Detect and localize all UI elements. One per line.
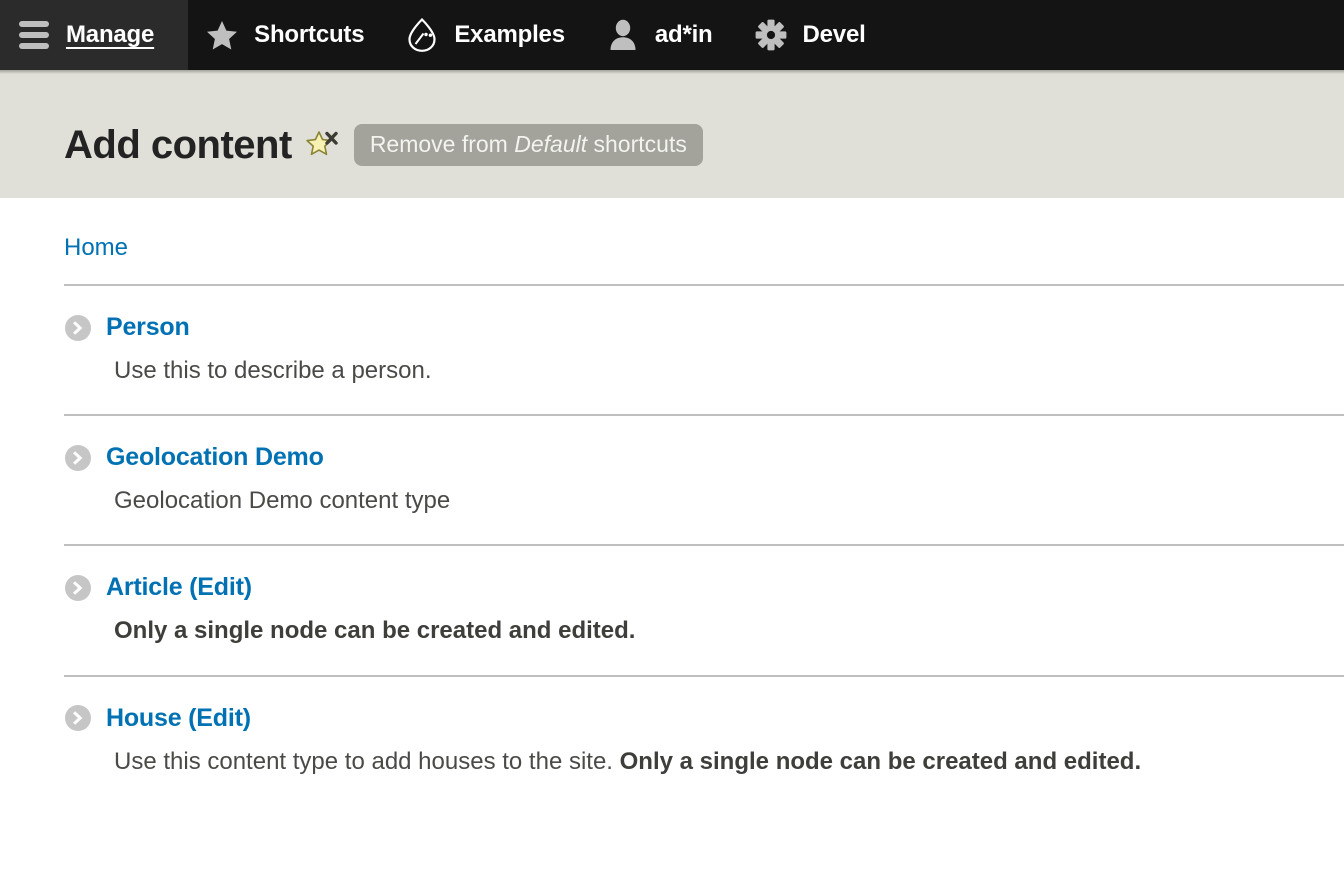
toolbar-item-account[interactable]: ad*in [589, 0, 737, 70]
admin-toolbar: Manage Shortcuts Examples ad*in [0, 0, 1344, 70]
page-title: Add content [64, 125, 292, 165]
toolbar-item-manage-label: Manage [66, 23, 154, 47]
chevron-right-circle-icon [64, 704, 92, 732]
list-item: Person Use this to describe a person. [64, 286, 1344, 416]
page-header-row: Add content Remove from Default shortcut… [64, 98, 703, 192]
list-item: Article (Edit) Only a single node can be… [64, 546, 1344, 676]
toolbar-item-account-label: ad*in [655, 23, 713, 47]
page-header-band: Add content Remove from Default shortcut… [0, 70, 1344, 198]
toolbar-item-shortcuts[interactable]: Shortcuts [188, 0, 388, 70]
toolbar-item-shortcuts-label: Shortcuts [254, 23, 364, 47]
toolbar-item-devel-label: Devel [803, 23, 866, 47]
content-type-title-row: Geolocation Demo [64, 443, 1344, 472]
description-normal: Use this to describe a person. [114, 357, 432, 384]
content-type-link-house-edit[interactable]: House (Edit) [106, 704, 251, 733]
content-type-link-article-edit[interactable]: Article (Edit) [106, 573, 252, 602]
gear-icon [755, 19, 787, 51]
main-content: Home Person Use this to describe a perso… [0, 198, 1344, 805]
content-type-list: Person Use this to describe a person. Ge… [64, 286, 1344, 805]
content-type-description: Geolocation Demo content type [114, 485, 1344, 516]
star-icon [206, 19, 238, 51]
content-type-title-row: House (Edit) [64, 704, 1344, 733]
chevron-right-circle-icon [64, 574, 92, 602]
list-item: Geolocation Demo Geolocation Demo conten… [64, 416, 1344, 546]
content-type-title-row: Article (Edit) [64, 573, 1344, 602]
breadcrumb-item-home[interactable]: Home [64, 234, 128, 261]
content-type-description: Only a single node can be created and ed… [114, 615, 1344, 646]
description-bold: Only a single node can be created and ed… [114, 617, 635, 644]
content-type-description: Use this content type to add houses to t… [114, 746, 1344, 777]
content-type-link-geolocation-demo[interactable]: Geolocation Demo [106, 443, 324, 472]
breadcrumb: Home [64, 198, 1344, 284]
content-type-link-person[interactable]: Person [106, 313, 190, 342]
toolbar-item-devel[interactable]: Devel [737, 0, 890, 70]
chevron-right-circle-icon [64, 444, 92, 472]
description-bold: Only a single node can be created and ed… [620, 748, 1141, 775]
star-remove-icon[interactable] [306, 128, 340, 162]
chevron-right-circle-icon [64, 314, 92, 342]
list-item: House (Edit) Use this content type to ad… [64, 677, 1344, 805]
tooltip-emphasis: Default [514, 131, 587, 157]
hamburger-icon [18, 19, 50, 51]
user-icon [607, 19, 639, 51]
shortcut-tooltip: Remove from Default shortcuts [354, 124, 703, 166]
toolbar-item-examples-label: Examples [454, 23, 564, 47]
description-normal: Geolocation Demo content type [114, 487, 450, 514]
tooltip-prefix: Remove from [370, 131, 514, 157]
toolbar-item-manage[interactable]: Manage [0, 0, 188, 70]
tooltip-suffix: shortcuts [587, 131, 687, 157]
description-normal: Use this content type to add houses to t… [114, 748, 620, 775]
content-type-title-row: Person [64, 313, 1344, 342]
content-type-description: Use this to describe a person. [114, 355, 1344, 386]
toolbar-item-examples[interactable]: Examples [388, 0, 588, 70]
droplet-icon [406, 19, 438, 51]
